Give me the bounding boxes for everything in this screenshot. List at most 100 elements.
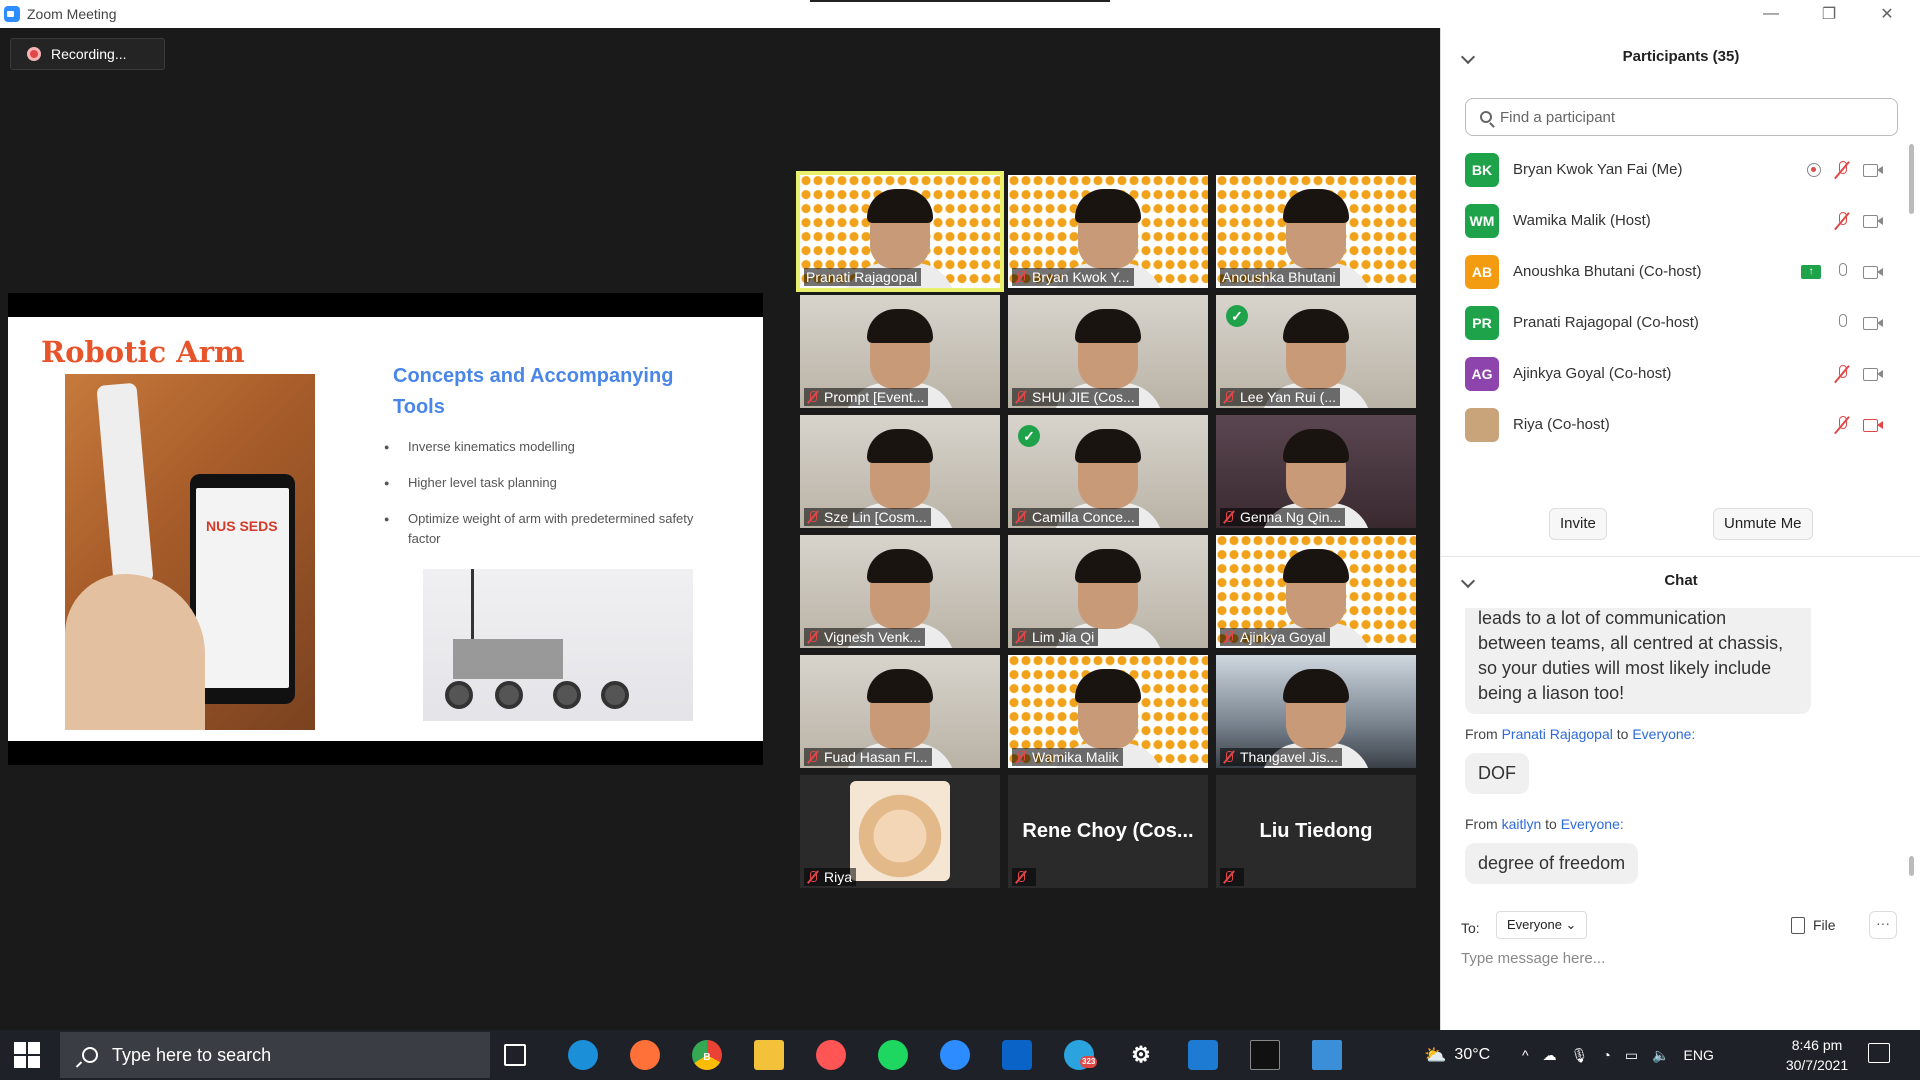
- mic-icon[interactable]: [1835, 313, 1849, 332]
- telegram-icon[interactable]: 323: [1064, 1040, 1098, 1070]
- participant-list[interactable]: BK Bryan Kwok Yan Fai (Me) WM Wamika Malik …: [1441, 144, 1901, 464]
- chat-messages[interactable]: leads to a lot of communication between …: [1441, 608, 1911, 898]
- settings-gear-icon[interactable]: ⚙: [1126, 1040, 1156, 1070]
- video-camera-icon[interactable]: [1863, 214, 1883, 228]
- participant-status-icons: [1835, 211, 1883, 230]
- minimize-button[interactable]: —: [1742, 0, 1800, 28]
- chat-scrollbar[interactable]: [1909, 856, 1914, 876]
- participant-row[interactable]: WM Wamika Malik (Host): [1441, 195, 1901, 246]
- video-tile[interactable]: Lim Jia Qi: [1008, 535, 1208, 648]
- top-drag-handle[interactable]: [810, 0, 1110, 2]
- video-camera-icon[interactable]: [1863, 265, 1883, 279]
- invite-button[interactable]: Invite: [1549, 508, 1607, 540]
- video-tile[interactable]: Rene Choy (Cos...: [1008, 775, 1208, 888]
- muted-mic-icon[interactable]: [1835, 211, 1849, 230]
- to-word: to: [1545, 816, 1557, 832]
- participant-row[interactable]: AG Ajinkya Goyal (Co-host): [1441, 348, 1901, 399]
- video-camera-icon[interactable]: [1863, 316, 1883, 330]
- video-tile[interactable]: Bryan Kwok Y...: [1008, 175, 1208, 288]
- recipient-link[interactable]: Everyone:: [1632, 726, 1695, 742]
- video-name-label: SHUI JIE (Cos...: [1012, 388, 1139, 406]
- video-tile[interactable]: Anoushka Bhutani: [1216, 175, 1416, 288]
- file-explorer-icon[interactable]: [754, 1040, 784, 1070]
- outlook-icon[interactable]: [1002, 1040, 1032, 1070]
- battery-icon[interactable]: ▭: [1625, 1047, 1638, 1064]
- task-view-icon[interactable]: [504, 1044, 526, 1066]
- video-camera-icon[interactable]: [1863, 163, 1883, 177]
- muted-mic-icon[interactable]: [1835, 160, 1849, 179]
- zoom-icon[interactable]: [940, 1040, 970, 1070]
- phone-screen: NUS SEDS: [196, 488, 289, 688]
- side-panel: Participants (35) BK Bryan Kwok Yan Fai (…: [1440, 28, 1920, 1030]
- video-name-label: Camilla Conce...: [1012, 508, 1139, 526]
- video-tile[interactable]: Genna Ng Qin...: [1216, 415, 1416, 528]
- robot-arm-photo: NUS SEDS: [65, 374, 315, 730]
- spotify-icon[interactable]: [878, 1040, 908, 1070]
- language-indicator[interactable]: ENG: [1684, 1047, 1714, 1063]
- participant-row[interactable]: PR Pranati Rajagopal (Co-host): [1441, 297, 1901, 348]
- chat-message-input[interactable]: [1461, 950, 1901, 967]
- network-icon[interactable]: ◔: [1602, 1047, 1610, 1063]
- muted-mic-icon[interactable]: [1835, 364, 1849, 383]
- video-tile[interactable]: SHUI JIE (Cos...: [1008, 295, 1208, 408]
- muted-mic-icon[interactable]: [1835, 415, 1849, 434]
- participant-name: SHUI JIE (Cos...: [1032, 389, 1135, 405]
- video-tile[interactable]: ✓ Camilla Conce...: [1008, 415, 1208, 528]
- participant-search[interactable]: [1465, 98, 1898, 136]
- windows-start-icon[interactable]: [14, 1042, 40, 1068]
- itunes-icon[interactable]: [816, 1040, 846, 1070]
- recording-indicator[interactable]: Recording...: [10, 38, 165, 70]
- recipient-select[interactable]: Everyone ⌄: [1496, 911, 1588, 939]
- terminal-icon[interactable]: [1250, 1040, 1280, 1070]
- sender-link[interactable]: Pranati Rajagopal: [1502, 726, 1613, 742]
- participants-scrollbar[interactable]: [1909, 144, 1914, 214]
- more-options-button[interactable]: ···: [1869, 911, 1897, 939]
- video-tile[interactable]: Liu Tiedong: [1216, 775, 1416, 888]
- participant-row[interactable]: BK Bryan Kwok Yan Fai (Me): [1441, 144, 1901, 195]
- from-prefix: From: [1465, 726, 1498, 742]
- vscode-icon[interactable]: [1188, 1040, 1218, 1070]
- video-tile[interactable]: Wamika Malik: [1008, 655, 1208, 768]
- video-tile[interactable]: Fuad Hasan Fl...: [800, 655, 1000, 768]
- chevron-up-icon[interactable]: ^: [1522, 1047, 1529, 1063]
- chat-message-bubble: DOF: [1465, 753, 1529, 794]
- muted-mic-icon: [806, 390, 820, 404]
- mic-icon[interactable]: [1835, 262, 1849, 281]
- video-tile[interactable]: Thangavel Jis...: [1216, 655, 1416, 768]
- edge-icon[interactable]: [568, 1040, 598, 1070]
- onedrive-icon[interactable]: ☁: [1543, 1047, 1557, 1064]
- chrome-icon[interactable]: B: [692, 1040, 722, 1070]
- video-tile[interactable]: Prompt [Event...: [800, 295, 1000, 408]
- video-tile[interactable]: Sze Lin [Cosm...: [800, 415, 1000, 528]
- participant-search-input[interactable]: [1500, 108, 1880, 126]
- video-tile[interactable]: Pranati Rajagopal: [796, 171, 1004, 292]
- zoom-logo-icon: [4, 6, 20, 22]
- participant-row[interactable]: Riya (Co-host): [1441, 399, 1901, 450]
- participant-name: Vignesh Venk...: [824, 629, 922, 645]
- video-off-icon[interactable]: [1863, 418, 1883, 432]
- video-tile[interactable]: Ajinkya Goyal: [1216, 535, 1416, 648]
- video-tile[interactable]: Vignesh Venk...: [800, 535, 1000, 648]
- unmute-me-button[interactable]: Unmute Me: [1713, 508, 1813, 540]
- sender-link[interactable]: kaitlyn: [1502, 816, 1542, 832]
- video-tile[interactable]: Riya: [800, 775, 1000, 888]
- close-button[interactable]: ✕: [1858, 0, 1916, 28]
- video-camera-icon[interactable]: [1863, 367, 1883, 381]
- firefox-icon[interactable]: [630, 1040, 660, 1070]
- photos-icon[interactable]: [1312, 1040, 1342, 1070]
- weather-widget[interactable]: ⛅ 30°C: [1424, 1030, 1490, 1080]
- restore-button[interactable]: ❐: [1800, 0, 1858, 28]
- recipient-link[interactable]: Everyone:: [1561, 816, 1624, 832]
- muted-mic-icon: [806, 870, 820, 884]
- file-button[interactable]: File: [1791, 911, 1836, 939]
- video-tile[interactable]: ✓ Lee Yan Rui (...: [1216, 295, 1416, 408]
- recording-icon: [1807, 162, 1821, 177]
- volume-icon[interactable]: 🔈: [1652, 1047, 1669, 1064]
- avatar: AB: [1465, 254, 1499, 289]
- taskbar-search[interactable]: Type here to search: [60, 1032, 490, 1078]
- notifications-icon[interactable]: [1868, 1043, 1890, 1063]
- participant-row[interactable]: AB Anoushka Bhutani (Co-host) ↑: [1441, 246, 1901, 297]
- rover-wheel: [553, 681, 581, 709]
- taskbar-clock[interactable]: 8:46 pm 30/7/2021: [1772, 1035, 1862, 1075]
- microphone-icon[interactable]: 🎙: [1571, 1047, 1589, 1064]
